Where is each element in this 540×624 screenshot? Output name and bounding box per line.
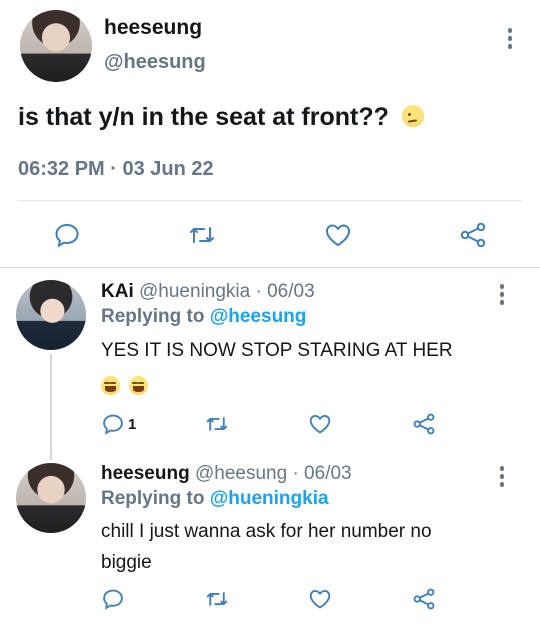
reply-text-line: YES IT IS NOW STOP STARING AT HER bbox=[101, 340, 453, 361]
reply-icon[interactable] bbox=[102, 413, 124, 435]
tweet-timestamp[interactable]: 06:32 PM · 03 Jun 22 bbox=[18, 158, 214, 181]
reply-avatar[interactable] bbox=[16, 463, 86, 533]
author-name[interactable]: heeseung bbox=[104, 16, 202, 40]
reply-text: YES IT IS NOW STOP STARING AT HER bbox=[101, 335, 453, 397]
reply-header: KAi @hueningkia · 06/03 bbox=[101, 281, 315, 303]
face-with-raised-eyebrow-icon bbox=[401, 105, 424, 127]
divider bbox=[18, 200, 522, 201]
reply-author-name[interactable]: heeseung bbox=[101, 463, 190, 484]
tweet-text-content: is that y/n in the seat at front?? bbox=[18, 103, 389, 131]
reply-meta[interactable]: @hueningkia · 06/03 bbox=[139, 281, 315, 302]
more-options-icon[interactable] bbox=[507, 28, 513, 52]
author-handle[interactable]: @heesung bbox=[104, 51, 206, 74]
reply-author-name[interactable]: KAi bbox=[101, 281, 134, 302]
reply-text-line: biggie bbox=[101, 552, 152, 573]
reply-emojis bbox=[101, 366, 453, 397]
retweet-icon[interactable] bbox=[204, 588, 230, 610]
share-icon[interactable] bbox=[459, 222, 487, 248]
author-avatar[interactable] bbox=[20, 10, 92, 82]
replying-to-label: Replying to bbox=[101, 488, 205, 509]
reply-avatar[interactable] bbox=[16, 280, 86, 350]
reply-meta[interactable]: @heesung · 06/03 bbox=[195, 463, 352, 484]
reply-header: heeseung @heesung · 06/03 bbox=[101, 463, 352, 485]
reply-icon[interactable] bbox=[102, 588, 124, 610]
replying-to: Replying to @heesung bbox=[101, 306, 306, 328]
thread-line bbox=[50, 354, 52, 460]
more-options-icon[interactable] bbox=[499, 284, 505, 308]
like-icon[interactable] bbox=[308, 588, 332, 610]
like-icon[interactable] bbox=[324, 222, 352, 248]
replying-to-label: Replying to bbox=[101, 306, 205, 327]
grinning-squinting-face-icon bbox=[129, 376, 149, 395]
reply-count: 1 bbox=[128, 416, 137, 433]
replying-to: Replying to @hueningkia bbox=[101, 488, 329, 510]
retweet-icon[interactable] bbox=[187, 222, 217, 248]
divider bbox=[0, 267, 540, 268]
share-icon[interactable] bbox=[412, 413, 436, 435]
reply-icon[interactable] bbox=[54, 222, 80, 248]
replying-to-mention[interactable]: @heesung bbox=[210, 306, 307, 327]
grinning-squinting-face-icon bbox=[101, 376, 120, 395]
retweet-icon[interactable] bbox=[204, 413, 230, 435]
more-options-icon[interactable] bbox=[499, 466, 505, 490]
reply-text-line: chill I just wanna ask for her number no bbox=[101, 521, 432, 542]
share-icon[interactable] bbox=[412, 588, 436, 610]
reply-text: chill I just wanna ask for her number no… bbox=[101, 516, 432, 578]
tweet-text: is that y/n in the seat at front?? bbox=[18, 103, 424, 132]
like-icon[interactable] bbox=[308, 413, 332, 435]
replying-to-mention[interactable]: @hueningkia bbox=[210, 488, 329, 509]
